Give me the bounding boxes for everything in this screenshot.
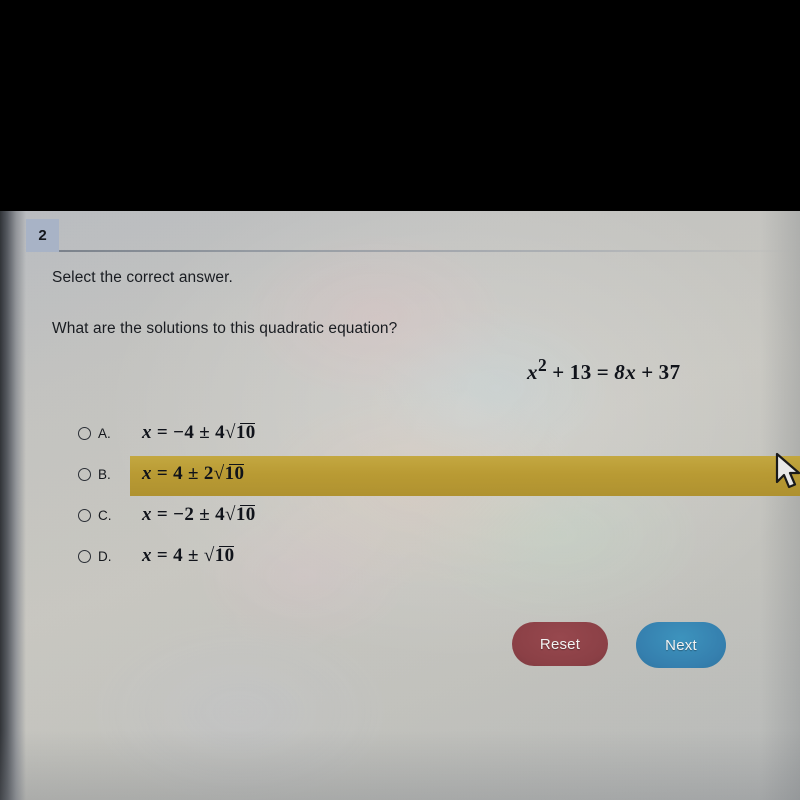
option-d-radical-sign: √	[203, 545, 215, 566]
equation-rhs-operator: +	[641, 360, 654, 384]
next-button-label: Next	[665, 636, 697, 654]
question-number-tab[interactable]: 2	[26, 219, 59, 252]
option-d-variable: x	[142, 545, 152, 566]
instruction-prompt: Select the correct answer.	[52, 269, 233, 286]
option-expression-a: x = −4 ±4√ 10	[142, 422, 256, 444]
radio-button-a[interactable]	[78, 426, 91, 440]
option-a-coefficient: 4	[215, 422, 226, 443]
answer-option-a[interactable]: A. x = −4 ±4√ 10	[78, 416, 255, 450]
option-d-radicand-value: 10	[214, 545, 235, 566]
option-b-variable: x	[142, 463, 152, 484]
option-c-radicand-value: 10	[235, 504, 256, 525]
option-b-radicand: 10	[225, 463, 245, 484]
option-b-radical-sign: √	[213, 463, 225, 484]
photographed-screen: 2 Select the correct answer. What are th…	[0, 0, 800, 800]
option-d-equals: =	[156, 545, 169, 566]
option-c-radical-sign: √	[225, 504, 236, 525]
option-a-radicand: 10	[236, 422, 256, 443]
option-d-value: 4	[173, 545, 184, 566]
option-c-coefficient: 4	[215, 504, 226, 525]
option-b-coefficient: 2	[203, 463, 214, 484]
screen-left-edge-shadow	[0, 211, 26, 800]
radio-button-c[interactable]	[78, 508, 91, 522]
option-expression-c: x = −2 ±4√ 10	[142, 504, 256, 526]
option-a-variable: x	[142, 422, 152, 443]
equation-lhs-operator: +	[552, 360, 565, 384]
option-c-variable: x	[142, 504, 152, 525]
reset-button-label: Reset	[539, 635, 581, 653]
answer-option-d[interactable]: D. x = 4 ± √ 10	[78, 539, 234, 573]
option-b-radicand-value: 10	[224, 463, 245, 484]
option-a-value: −4	[173, 422, 195, 443]
option-letter-a: A.	[98, 425, 111, 441]
option-a-radical-sign: √	[225, 422, 236, 443]
option-c-value: −2	[173, 504, 195, 525]
answer-option-c[interactable]: C. x = −2 ±4√ 10	[78, 498, 255, 532]
equation-rhs-term: 8x	[614, 360, 637, 384]
radio-button-b[interactable]	[78, 467, 91, 481]
question-text: What are the solutions to this quadratic…	[52, 320, 398, 337]
radio-button-d[interactable]	[78, 549, 91, 563]
option-a-equals: =	[156, 422, 169, 443]
letterbox-top-band	[0, 0, 800, 211]
option-expression-d: x = 4 ± √ 10	[142, 545, 235, 567]
mouse-pointer-icon	[775, 452, 800, 498]
option-d-radicand: 10	[215, 545, 235, 566]
option-letter-b: B.	[98, 466, 111, 482]
option-d-vinculum	[219, 545, 235, 548]
quadratic-equation: x2 +13 = 8x +37	[527, 355, 681, 385]
tab-divider-rule	[59, 250, 800, 252]
question-number-label: 2	[38, 227, 47, 244]
option-d-plusminus: ±	[188, 545, 199, 566]
option-letter-d: D.	[98, 548, 112, 564]
equation-lhs-constant: 13	[569, 360, 592, 384]
option-c-equals: =	[156, 504, 169, 525]
option-expression-b: x = 4 ±2√ 10	[142, 463, 244, 485]
option-a-vinculum	[240, 422, 256, 425]
equation-lhs-variable: x	[527, 360, 538, 384]
option-b-value: 4	[173, 463, 184, 484]
option-c-plusminus: ±	[199, 504, 211, 525]
reset-button[interactable]: Reset	[512, 622, 608, 666]
option-b-plusminus: ±	[188, 463, 199, 484]
option-c-vinculum	[240, 504, 256, 507]
option-c-radicand: 10	[236, 504, 256, 525]
option-a-radicand-value: 10	[235, 422, 256, 443]
answer-option-b[interactable]: B. x = 4 ±2√ 10	[78, 457, 244, 491]
option-b-vinculum	[229, 463, 244, 466]
option-letter-c: C.	[98, 507, 112, 523]
next-button[interactable]: Next	[636, 622, 726, 668]
equation-equals-sign: =	[596, 360, 610, 384]
equation-lhs-exponent: 2	[538, 355, 548, 375]
option-b-equals: =	[156, 463, 169, 484]
option-a-plusminus: ±	[199, 422, 211, 443]
equation-rhs-constant: 37	[658, 360, 681, 384]
